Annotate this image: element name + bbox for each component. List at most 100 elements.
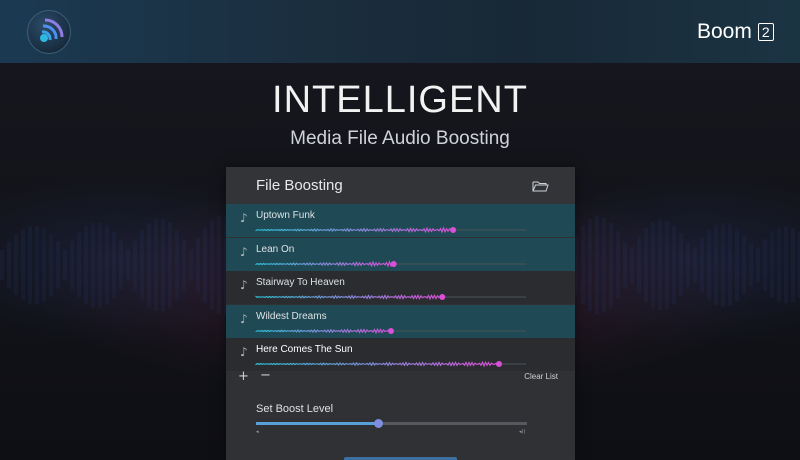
equalizer-bar <box>693 247 697 283</box>
equalizer-bar <box>728 224 732 306</box>
waveform-boost <box>255 327 392 334</box>
hero-title: INTELLIGENT <box>272 79 528 121</box>
equalizer-bar <box>721 223 725 307</box>
equalizer-bar <box>119 240 123 290</box>
equalizer-bar <box>791 227 795 303</box>
speaker-waves-icon[interactable] <box>27 10 71 54</box>
equalizer-bar <box>581 225 585 305</box>
track-row[interactable]: ♪ Lean On <box>226 237 575 271</box>
equalizer-bar <box>49 233 53 297</box>
equalizer-bar <box>189 249 193 281</box>
equalizer-bar <box>112 231 116 299</box>
equalizer-bar <box>700 237 704 293</box>
volume-high-icon: ◂)) <box>519 429 526 435</box>
equalizer-bar <box>140 230 144 300</box>
file-boosting-panel: File Boosting ♪ Uptown Funk ♪ Lean On ♪ … <box>226 167 575 460</box>
remove-track-button[interactable]: − <box>260 368 271 383</box>
boost-level-label: Set Boost Level <box>256 403 334 415</box>
equalizer-bar <box>686 242 690 288</box>
equalizer-bar <box>182 239 186 291</box>
waveform-boost <box>255 360 500 368</box>
equalizer-bar <box>175 229 179 301</box>
equalizer-bar <box>651 222 655 308</box>
equalizer-bar <box>77 232 81 298</box>
equalizer-bar <box>196 237 200 293</box>
equalizer-bar <box>35 225 39 305</box>
equalizer-bar <box>147 223 151 307</box>
equalizer-bar <box>756 247 760 283</box>
track-row[interactable]: ♪ Stairway To Heaven <box>226 271 575 304</box>
waveform-boost <box>255 226 453 234</box>
equalizer-bar <box>84 226 88 304</box>
track-row[interactable]: ♪ Wildest Dreams <box>226 304 575 338</box>
equalizer-bar <box>784 226 788 304</box>
equalizer-bar <box>154 219 158 311</box>
equalizer-bar <box>133 239 137 291</box>
waveform-boost <box>255 259 394 268</box>
boost-slider-fill <box>256 422 378 425</box>
equalizer-bar <box>609 222 613 308</box>
boost-handle[interactable] <box>439 294 446 300</box>
equalizer-bar <box>126 249 130 281</box>
equalizer-bar <box>588 218 592 312</box>
panel-title: File Boosting <box>256 177 343 194</box>
equalizer-bar <box>672 225 676 305</box>
track-row[interactable]: ♪ Uptown Funk <box>226 204 575 237</box>
equalizer-bar <box>105 225 109 305</box>
hero-subtitle: Media File Audio Boosting <box>290 128 510 149</box>
brand-version-badge: 2 <box>757 23 774 41</box>
track-waveform <box>255 226 526 234</box>
boost-handle[interactable] <box>390 260 397 267</box>
volume-low-icon: ◂ <box>256 429 259 435</box>
equalizer-bar <box>91 222 95 308</box>
equalizer-bar <box>217 215 221 315</box>
equalizer-bar <box>777 228 781 302</box>
clear-list-button[interactable]: Clear List <box>524 372 558 381</box>
equalizer-bar <box>0 250 4 280</box>
boost-level-slider[interactable] <box>256 419 527 428</box>
list-controls: + − Clear List <box>226 367 575 389</box>
equalizer-bar <box>63 249 67 281</box>
equalizer-bar <box>714 225 718 305</box>
equalizer-bar <box>665 220 669 310</box>
equalizer-bar <box>98 222 102 308</box>
boost-handle[interactable] <box>388 327 394 334</box>
equalizer-bar <box>763 239 767 291</box>
add-track-button[interactable]: + <box>238 369 249 384</box>
equalizer-bar <box>42 228 46 302</box>
track-waveform <box>255 327 526 334</box>
equalizer-bar <box>735 228 739 302</box>
equalizer-bar <box>602 217 606 313</box>
equalizer-bar <box>28 226 32 304</box>
track-waveform <box>255 259 526 268</box>
equalizer-bar <box>707 230 711 300</box>
equalizer-bar <box>679 233 683 297</box>
equalizer-bar <box>658 219 662 311</box>
equalizer-bar <box>630 247 634 283</box>
equalizer-bar <box>14 234 18 296</box>
folder-open-icon[interactable] <box>532 180 549 192</box>
equalizer-bar <box>637 236 641 294</box>
equalizer-bar <box>168 222 172 308</box>
waveform-boost <box>255 293 443 301</box>
equalizer-bar <box>70 240 74 290</box>
equalizer-bar <box>210 219 214 311</box>
track-waveform <box>255 293 526 301</box>
equalizer-bar <box>595 216 599 314</box>
boost-handle[interactable] <box>450 227 457 233</box>
equalizer-bar <box>623 241 627 289</box>
equalizer-bar <box>56 241 60 289</box>
equalizer-bar <box>21 229 25 301</box>
equalizer-bar <box>644 227 648 303</box>
brand: Boom 2 <box>697 19 774 45</box>
panel-header: File Boosting <box>226 167 575 204</box>
brand-name: Boom <box>697 20 752 43</box>
equalizer-bar <box>749 243 753 287</box>
top-bar: Boom 2 <box>0 0 800 63</box>
equalizer-bar <box>7 242 11 288</box>
equalizer-bar <box>203 227 207 303</box>
equalizer-bar <box>742 235 746 295</box>
equalizer-bar <box>616 231 620 299</box>
boost-slider-thumb[interactable] <box>373 419 383 428</box>
equalizer-bar <box>770 232 774 298</box>
